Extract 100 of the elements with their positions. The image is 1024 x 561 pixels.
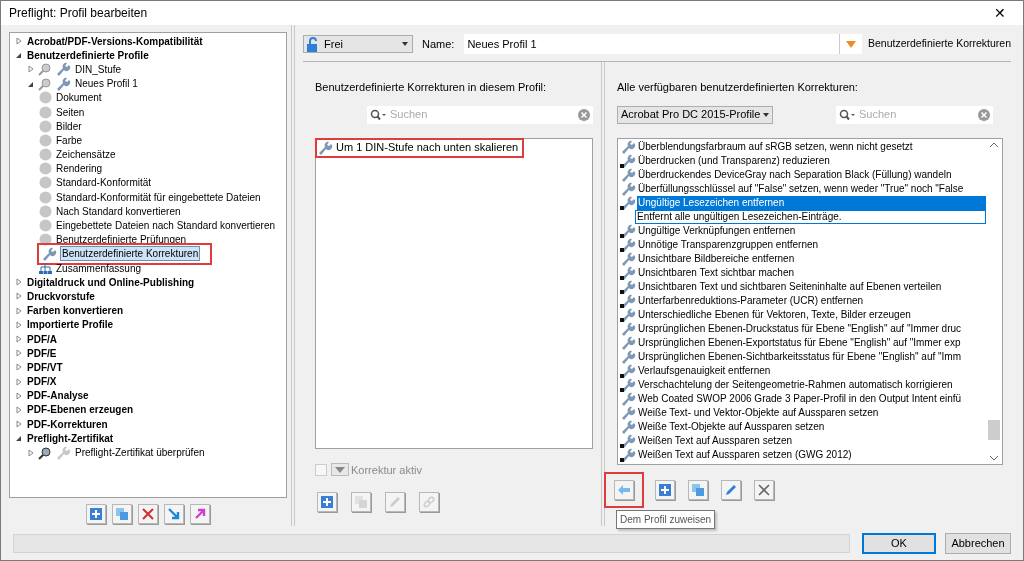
tree-item[interactable]: PDF/A: [26, 332, 58, 346]
search-field[interactable]: Suchen: [367, 105, 593, 124]
search-input[interactable]: Suchen: [390, 106, 574, 123]
wrench-icon: [55, 75, 71, 92]
wrench-icon: [317, 139, 333, 156]
item-description: Entfernt alle ungültigen Lesezeichen-Einträge.: [635, 209, 986, 224]
list-item[interactable]: Überdruckendes DeviceGray nach Separation Black (Füllung) wandeln: [637, 167, 986, 182]
cancel-button[interactable]: Abbrechen: [945, 532, 1011, 554]
ok-button[interactable]: OK: [862, 532, 936, 554]
scroll-up-icon: [990, 141, 998, 147]
list-item[interactable]: Unsichtbare Bildbereiche entfernen: [637, 251, 986, 266]
circle-icon: [39, 148, 52, 162]
list-item[interactable]: Um 1 DIN-Stufe nach unten skalieren: [317, 139, 523, 156]
tree-item[interactable]: Rendering: [55, 162, 104, 176]
list-item[interactable]: Weißen Text auf Aussparen setzen (GWG 2012): [637, 447, 986, 462]
list-item[interactable]: Ursprünglichen Ebenen-Druckstatus für Ebene "English" auf "Immer druc: [637, 321, 986, 336]
list-item[interactable]: Unsichtbaren Text sichtbar machen: [637, 265, 986, 280]
tree-item[interactable]: Neues Profil 1: [74, 77, 139, 91]
tree-item[interactable]: Standard-Konformität für eingebettete Dateien: [55, 190, 262, 204]
magnifier-icon: [38, 76, 52, 91]
list-item[interactable]: Ursprünglichen Ebenen-Sichtbarkeitsstatus für Ebene "English" auf "Imm: [637, 349, 986, 364]
assign-button[interactable]: [614, 479, 634, 500]
tree-item[interactable]: Farbe: [55, 133, 84, 147]
copy-icon: [353, 494, 369, 510]
library-dropdown[interactable]: Acrobat Pro DC 2015-Profile: [617, 105, 773, 124]
dropdown-button[interactable]: [331, 463, 349, 477]
plus-icon: [319, 494, 335, 510]
plus-icon: [88, 506, 104, 522]
search-field[interactable]: Suchen: [836, 105, 993, 124]
tree-item[interactable]: Benutzerdefinierte Korrekturen: [60, 246, 201, 262]
add-button[interactable]: [86, 504, 106, 524]
duplicate-button[interactable]: [112, 504, 132, 524]
tree-item[interactable]: Digitaldruck und Online-Publishing: [26, 275, 196, 289]
tree-item[interactable]: PDF-Analyse: [26, 389, 90, 403]
tree-item[interactable]: PDF-Ebenen erzeugen: [26, 403, 135, 417]
circle-icon: [39, 219, 52, 233]
list-item[interactable]: Ungültige Lesezeichen entfernen: [637, 195, 986, 210]
lock-dropdown[interactable]: Frei: [303, 35, 413, 53]
list-item[interactable]: Überdrucken (und Transparenz) reduzieren: [637, 153, 986, 168]
name-label: Name:: [422, 36, 455, 52]
tree-item[interactable]: PDF/VT: [26, 360, 64, 374]
tree-item[interactable]: Seiten: [55, 105, 86, 119]
link-icon: [421, 494, 437, 510]
tree-item[interactable]: DIN_Stufe: [74, 62, 123, 76]
window-title: Preflight: Profil bearbeiten: [9, 5, 148, 22]
add-button[interactable]: [317, 492, 337, 512]
tree-item[interactable]: PDF/E: [26, 346, 58, 360]
tree-item[interactable]: PDF/X: [26, 375, 58, 389]
list-item[interactable]: Ursprünglichen Ebenen-Exportstatus für Ebene "English" auf "Immer exp: [637, 335, 986, 350]
list-item[interactable]: Überfüllungsschlüssel auf "False" setzen, wenn weder "True" noch "False: [637, 181, 986, 196]
copy-icon: [114, 506, 130, 522]
tree-item[interactable]: PDF-Korrekturen: [26, 417, 109, 431]
list-item[interactable]: Weißen Text auf Aussparen setzen: [637, 433, 986, 448]
remove-button[interactable]: [754, 479, 774, 500]
tree-item[interactable]: Dokument: [55, 91, 103, 105]
tree-item[interactable]: Eingebettete Dateien nach Standard konvertieren: [55, 219, 277, 233]
tree-item[interactable]: Benutzerdefinierte Profile: [26, 48, 150, 62]
wrench-icon: [55, 61, 71, 78]
tree-item[interactable]: Importierte Profile: [26, 318, 115, 332]
list-item[interactable]: Unterschiedliche Ebenen für Vektoren, Texte, Bilder erzeugen: [637, 307, 986, 322]
triangle-icon: [335, 466, 345, 473]
scrollbar-thumb[interactable]: [988, 419, 1000, 440]
tree-item[interactable]: Preflight-Zertifikat überprüfen: [74, 446, 206, 460]
list-item[interactable]: Ungültige Verknüpfungen entfernen: [637, 223, 986, 238]
list-item[interactable]: Unterfarbenreduktions-Parameter (UCR) entfernen: [637, 293, 986, 308]
tree-item[interactable]: Zeichensätze: [55, 148, 117, 162]
circle-icon: [39, 162, 52, 176]
tree-item[interactable]: Preflight-Zertifikat: [26, 431, 115, 445]
circle-icon: [39, 176, 52, 190]
list-item[interactable]: Weiße Text-Objekte auf Aussparen setzen: [637, 419, 986, 434]
tree-item[interactable]: Bilder: [55, 119, 83, 133]
search-input[interactable]: Suchen: [859, 106, 974, 123]
list-item[interactable]: Überblendungsfarbraum auf sRGB setzen, wenn nicht gesetzt: [637, 139, 986, 154]
tree-item[interactable]: Farben konvertieren: [26, 304, 125, 318]
dropdown-caret-icon: [763, 112, 769, 117]
name-field[interactable]: Neues Profil 1: [464, 34, 862, 54]
list-item[interactable]: Web Coated SWOP 2006 Grade 3 Paper-Profil in den Output Intent einfü: [637, 391, 986, 406]
tree-item[interactable]: Benutzerdefinierte Prüfungen: [55, 233, 188, 247]
search-icon: [370, 108, 386, 121]
import-button[interactable]: [164, 504, 184, 524]
tree-item[interactable]: Zusammenfassung: [55, 261, 143, 275]
section-heading: Alle verfügbaren benutzerdefinierten Korrekturen:: [617, 80, 859, 95]
delete-button[interactable]: [138, 504, 158, 524]
list-item[interactable]: Verlaufsgenauigkeit entfernen: [637, 363, 986, 378]
close-icon: [756, 481, 772, 498]
tree-item[interactable]: Standard-Konformität: [55, 176, 153, 190]
checkbox-label: Korrektur aktiv: [351, 462, 422, 478]
list-item[interactable]: Verschachtelung der Seitengeometrie-Rahmen automatisch korrigieren: [637, 377, 986, 392]
dropdown-arrow-icon: [846, 40, 856, 48]
edit-button[interactable]: [721, 479, 741, 500]
duplicate-button[interactable]: [688, 479, 708, 500]
export-button[interactable]: [190, 504, 210, 524]
tree-item[interactable]: Acrobat/PDF-Versions-Kompatibilität: [26, 34, 204, 48]
list-item[interactable]: Unsichtbaren Text und sichtbaren Seiteninhalte auf Ebenen verteilen: [637, 279, 986, 294]
list-item[interactable]: Weiße Text- und Vektor-Objekte auf Aussparen setzen: [637, 405, 986, 420]
list-item[interactable]: Unnötige Transparenzgruppen entfernen: [637, 237, 986, 252]
add-button[interactable]: [655, 479, 675, 500]
tree-item[interactable]: Druckvorstufe: [26, 289, 96, 303]
tree-item[interactable]: Nach Standard konvertieren: [55, 204, 182, 218]
close-button[interactable]: ✕: [985, 2, 1015, 24]
